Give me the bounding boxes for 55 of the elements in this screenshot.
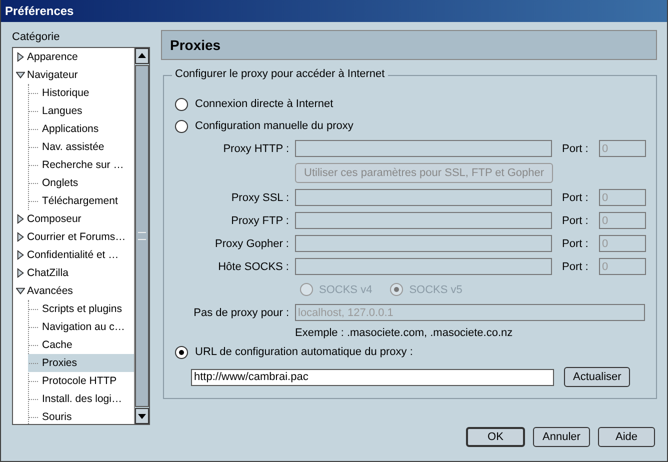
field-label: Port : xyxy=(561,238,590,250)
radio-label[interactable]: URL de configuration automatique du proxy : xyxy=(195,346,413,358)
radio-label[interactable]: Configuration manuelle du proxy xyxy=(195,120,354,132)
field-label: Hôte SOCKS : xyxy=(217,260,290,272)
field-label: Proxy FTP : xyxy=(230,214,290,226)
field-label: Port : xyxy=(561,260,590,272)
dialog-button[interactable]: OK xyxy=(466,427,525,447)
collapse-icon[interactable] xyxy=(16,70,25,80)
tree-item[interactable]: Cache xyxy=(28,336,134,354)
group-title: Configurer le proxy pour accéder à Internet xyxy=(172,68,388,80)
example-text: Exemple : .masociete.com, .masociete.co.nz xyxy=(295,326,513,338)
tree-item[interactable]: Nav. assistée xyxy=(28,138,134,156)
field-label: Port : xyxy=(561,142,590,154)
tree-item[interactable]: ChatZilla xyxy=(13,264,134,282)
window-title: Préférences xyxy=(5,4,74,18)
tree-item[interactable]: Téléchargement xyxy=(28,192,134,210)
field-label: Proxy HTTP : xyxy=(222,142,290,154)
dialog-button[interactable]: Aide xyxy=(598,427,655,447)
category-label: Catégorie xyxy=(12,30,61,45)
tree-item[interactable]: Courrier et Forums… xyxy=(13,228,134,246)
field-label: Proxy SSL : xyxy=(230,192,290,204)
panel-title: Proxies xyxy=(170,37,221,53)
tree-item[interactable]: Applications xyxy=(28,120,134,138)
dialog-button[interactable]: Annuler xyxy=(533,427,590,447)
tree-item[interactable]: Apparence xyxy=(13,48,134,66)
field-label: Proxy Gopher : xyxy=(214,238,290,250)
field-label: Pas de proxy pour : xyxy=(192,306,290,318)
reload-button[interactable]: Actualiser xyxy=(564,367,630,387)
tree-item[interactable]: Protocole HTTP xyxy=(28,372,134,390)
field-label: Port : xyxy=(561,192,590,204)
tree-item[interactable]: Navigation au c… xyxy=(28,318,134,336)
radio-button[interactable] xyxy=(175,346,188,358)
tree-item[interactable]: Proxies xyxy=(28,354,134,372)
tree-item[interactable]: Avancées xyxy=(13,282,134,300)
radio-button[interactable] xyxy=(175,120,188,132)
scroll-down-icon[interactable] xyxy=(135,408,149,424)
tree-item[interactable]: Confidentialité et … xyxy=(13,246,134,264)
tree-item[interactable]: Langues xyxy=(28,102,134,120)
tree-item[interactable]: Souris xyxy=(28,408,134,424)
scroll-thumb[interactable] xyxy=(135,65,149,407)
tree-item[interactable]: Install. des logi… xyxy=(28,390,134,408)
radio-label[interactable]: Connexion directe à Internet xyxy=(195,98,334,110)
field-label: Port : xyxy=(561,214,590,226)
scrollbar[interactable] xyxy=(134,48,149,424)
tree-item[interactable]: Onglets xyxy=(28,174,134,192)
auto-config-url-field[interactable]: http://www/cambrai.pac xyxy=(191,368,554,386)
tree-item[interactable]: Historique xyxy=(28,84,134,102)
radio-button[interactable] xyxy=(175,98,188,110)
tree-item[interactable]: Navigateur xyxy=(13,66,134,84)
tree-item[interactable]: Recherche sur … xyxy=(28,156,134,174)
tree-item[interactable]: Composeur xyxy=(13,210,134,228)
scroll-up-icon[interactable] xyxy=(135,48,149,64)
expand-icon[interactable] xyxy=(16,52,25,62)
collapse-icon[interactable] xyxy=(16,286,25,296)
tree-item[interactable]: Scripts et plugins xyxy=(28,300,134,318)
